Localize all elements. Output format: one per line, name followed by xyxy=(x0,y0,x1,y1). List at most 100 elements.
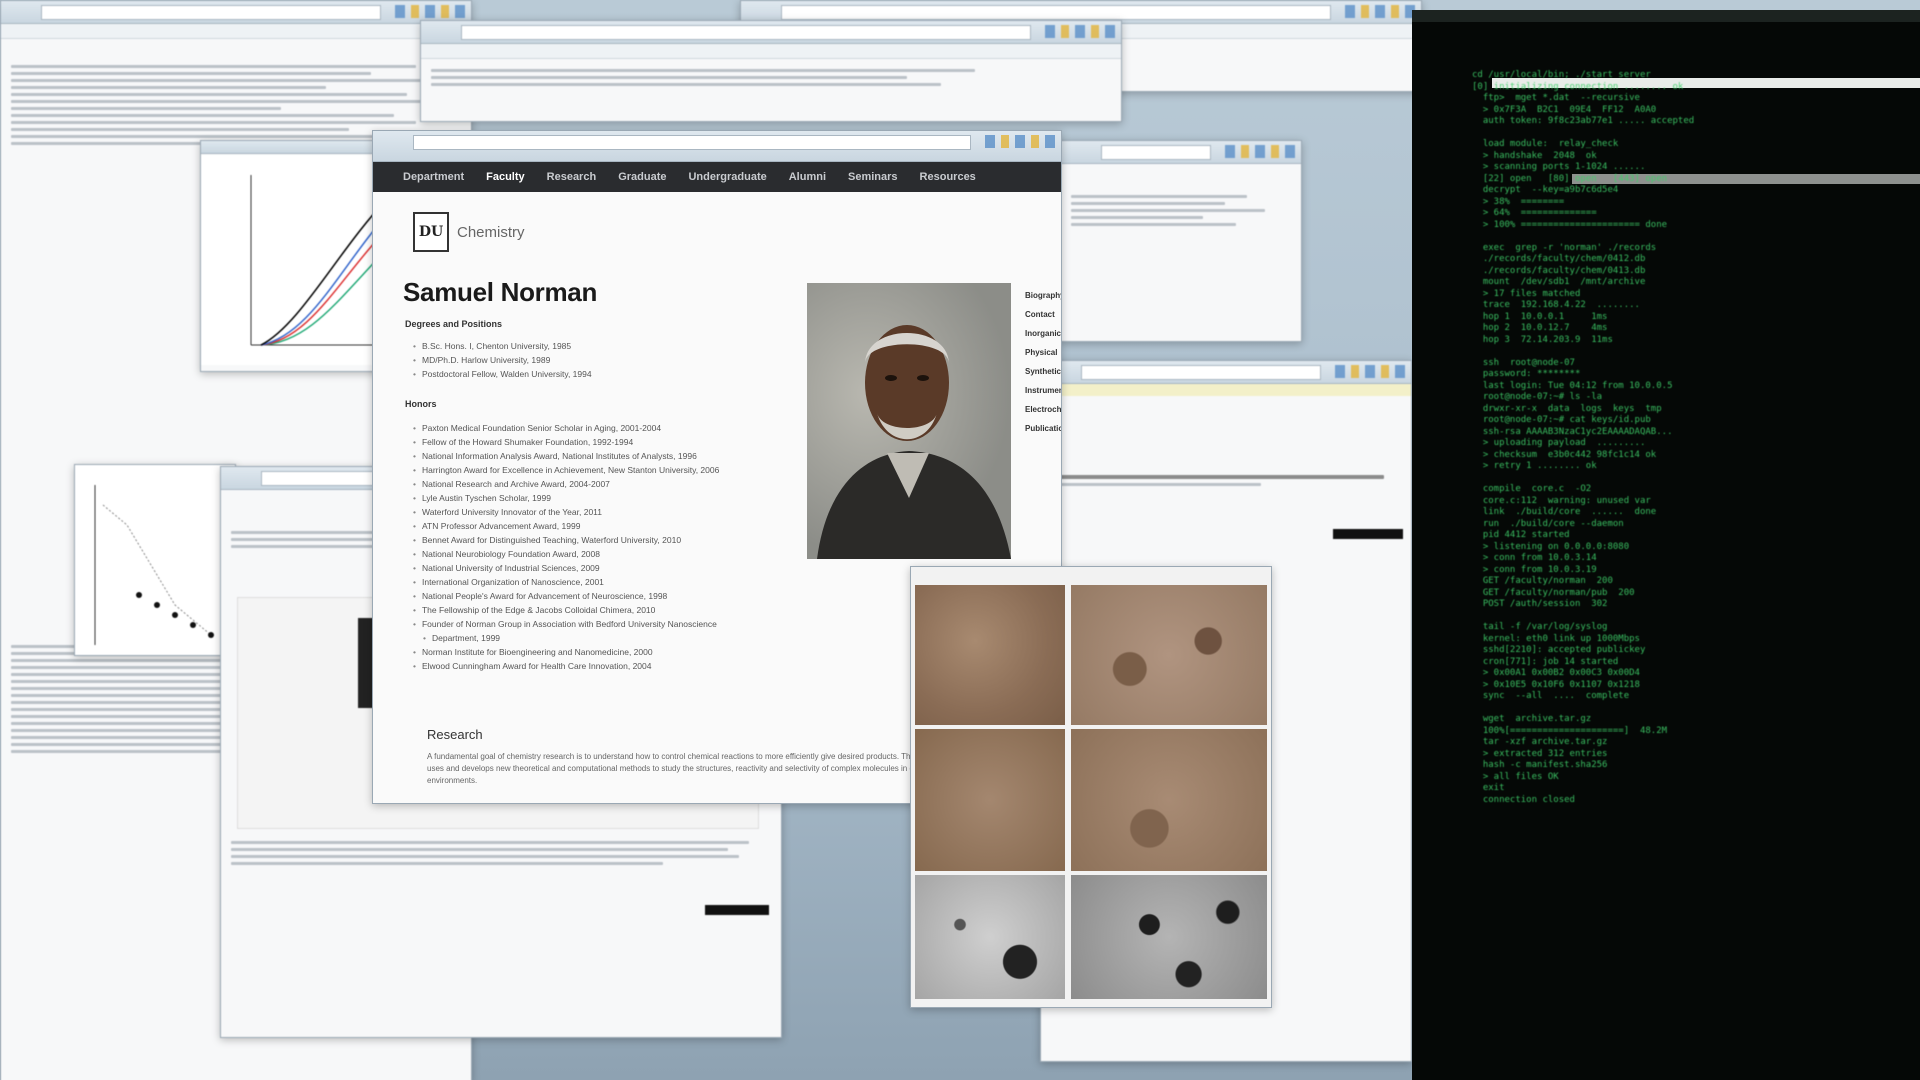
terminal-line: kernel: eth0 link up 1000Mbps xyxy=(1472,633,1640,644)
nav-resources[interactable]: Resources xyxy=(920,171,976,183)
terminal-line: > uploading payload ......... xyxy=(1472,438,1646,448)
list-item: National People's Award for Advancement … xyxy=(413,589,719,603)
window-menubar xyxy=(421,44,1121,59)
degrees-heading: Degrees and Positions xyxy=(405,319,503,329)
toolbar-icons[interactable] xyxy=(985,135,1055,148)
department-logo[interactable]: DU Chemistry xyxy=(413,212,1061,252)
window-chrome xyxy=(1,1,471,24)
micrograph-tile xyxy=(1071,585,1267,725)
nav-research[interactable]: Research xyxy=(547,171,597,183)
info-bar xyxy=(1041,384,1411,396)
terminal-line: > 64% ============== xyxy=(1472,208,1597,218)
terminal-line: trace 192.168.4.22 ........ xyxy=(1472,300,1640,310)
sidebar-item-inorganic[interactable]: Inorganic xyxy=(1025,329,1061,338)
window-menubar xyxy=(1,24,471,39)
sidebar-item-synthetic[interactable]: Synthetic xyxy=(1025,367,1061,376)
nav-faculty[interactable]: Faculty xyxy=(486,171,525,183)
window-chrome xyxy=(201,141,401,154)
terminal-line: hop 1 10.0.0.1 1ms xyxy=(1472,311,1608,322)
terminal-line: > conn from 10.0.3.19 xyxy=(1472,564,1597,575)
logo-mark: DU xyxy=(413,212,449,252)
sidebar-item-biography[interactable]: Biography xyxy=(1025,291,1061,300)
list-item: Paxton Medical Foundation Senior Scholar… xyxy=(413,421,719,435)
nav-graduate[interactable]: Graduate xyxy=(618,171,666,183)
sidebar-item-electrochem[interactable]: Electrochem xyxy=(1025,405,1061,414)
terminal-line: wget archive.tar.gz xyxy=(1472,714,1592,724)
window-chrome xyxy=(373,131,1061,162)
background-window[interactable] xyxy=(1060,140,1302,342)
terminal-line: > 0x7F3A B2C1 09E4 FF12 A0A0 xyxy=(1472,104,1657,115)
sidebar-item-publications[interactable]: Publications xyxy=(1025,424,1061,433)
nav-undergraduate[interactable]: Undergraduate xyxy=(688,171,766,183)
terminal-line: GET /faculty/norman 200 xyxy=(1472,576,1613,586)
sidebar-item-contact[interactable]: Contact xyxy=(1025,310,1061,319)
micrograph-window[interactable] xyxy=(910,566,1272,1008)
list-item: Postdoctoral Fellow, Walden University, … xyxy=(413,367,592,381)
text-block xyxy=(231,837,771,869)
terminal-line: cron[771]: job 14 started xyxy=(1472,656,1619,667)
terminal-line: load module: relay_check xyxy=(1472,139,1619,149)
window-chrome xyxy=(1061,141,1301,164)
terminal-line: root@node-07:~# ls -la xyxy=(1472,392,1603,402)
list-item: Waterford University Innovator of the Ye… xyxy=(413,505,719,519)
list-item: Department, 1999 xyxy=(413,631,719,645)
list-item: Founder of Norman Group in Association w… xyxy=(413,617,719,631)
terminal-line: password: ******** xyxy=(1472,369,1581,379)
terminal-line: > 0x10E5 0x10F6 0x1107 0x1218 xyxy=(1472,679,1640,690)
terminal-line: [22] open [80] open [443] open xyxy=(1472,173,1668,184)
nav-department[interactable]: Department xyxy=(403,171,464,183)
sidebar-item-physical[interactable]: Physical xyxy=(1025,348,1061,357)
terminal-line: > 100% ====================== done xyxy=(1472,219,1668,230)
terminal-line: hash -c manifest.sha256 xyxy=(1472,760,1608,770)
text-block xyxy=(1051,471,1401,490)
nav-seminars[interactable]: Seminars xyxy=(848,171,898,183)
terminal-line: > all files OK xyxy=(1472,771,1559,782)
terminal-line: auth token: 9f8c23ab77e1 ..... accepted xyxy=(1472,116,1695,126)
terminal-window[interactable]: cd /usr/local/bin; ./start server [0] ini… xyxy=(1412,10,1920,1080)
terminal-line: ssh-rsa AAAAB3NzaC1yc2EAAAADAQAB... xyxy=(1472,426,1673,437)
terminal-line: decrypt --key=a9b7c6d5e4 xyxy=(1472,185,1619,195)
terminal-line: > retry 1 ........ ok xyxy=(1472,461,1597,471)
text-block xyxy=(431,65,1111,90)
list-item: B.Sc. Hons. I, Chenton University, 1985 xyxy=(413,339,592,353)
terminal-line: tail -f /var/log/syslog xyxy=(1472,622,1608,632)
plot-window[interactable] xyxy=(74,464,236,656)
terminal-line: link ./build/core ...... done xyxy=(1472,507,1657,517)
list-item: National Research and Archive Award, 200… xyxy=(413,477,719,491)
degrees-list: B.Sc. Hons. I, Chenton University, 1985 … xyxy=(413,339,592,381)
list-item: Fellow of the Howard Shumaker Foundation… xyxy=(413,435,719,449)
terminal-line: tar -xzf archive.tar.gz xyxy=(1472,737,1608,747)
nav-alumni[interactable]: Alumni xyxy=(789,171,826,183)
research-heading: Research xyxy=(427,727,483,742)
terminal-line: ftp> mget *.dat --recursive xyxy=(1472,93,1640,103)
terminal-line: compile core.c -O2 xyxy=(1472,484,1592,494)
terminal-line: POST /auth/session 302 xyxy=(1472,599,1608,609)
terminal-output: cd /usr/local/bin; ./start server [0] ini… xyxy=(1472,70,1920,806)
list-item: International Organization of Nanoscienc… xyxy=(413,575,719,589)
background-window[interactable] xyxy=(420,20,1122,122)
site-navbar: Department Faculty Research Graduate Und… xyxy=(373,162,1061,192)
terminal-line: > handshake 2048 ok xyxy=(1472,150,1597,161)
terminal-line: exec grep -r 'norman' ./records xyxy=(1472,242,1657,253)
window-chrome xyxy=(1041,361,1411,384)
address-bar[interactable] xyxy=(413,135,971,150)
list-item: National Information Analysis Award, Nat… xyxy=(413,449,719,463)
dark-button[interactable] xyxy=(1333,529,1403,539)
terminal-line: run ./build/core --daemon xyxy=(1472,518,1624,529)
terminal-line: > 38% ======== xyxy=(1472,196,1565,207)
terminal-titlebar xyxy=(1412,10,1920,22)
micrograph-tile xyxy=(1071,875,1267,999)
sidebar-item-instrument[interactable]: Instrument xyxy=(1025,386,1061,395)
terminal-line: ssh root@node-07 xyxy=(1472,357,1575,368)
terminal-line: GET /faculty/norman/pub 200 xyxy=(1472,587,1635,598)
list-item: The Fellowship of the Edge & Jacobs Coll… xyxy=(413,603,719,617)
dark-button[interactable] xyxy=(705,905,769,915)
list-item: Harrington Award for Excellence in Achie… xyxy=(413,463,719,477)
terminal-line: hop 3 72.14.203.9 11ms xyxy=(1472,334,1613,345)
terminal-line: > checksum e3b0c442 98fc1c14 ok xyxy=(1472,449,1657,460)
box-plot-graphic xyxy=(75,465,235,655)
